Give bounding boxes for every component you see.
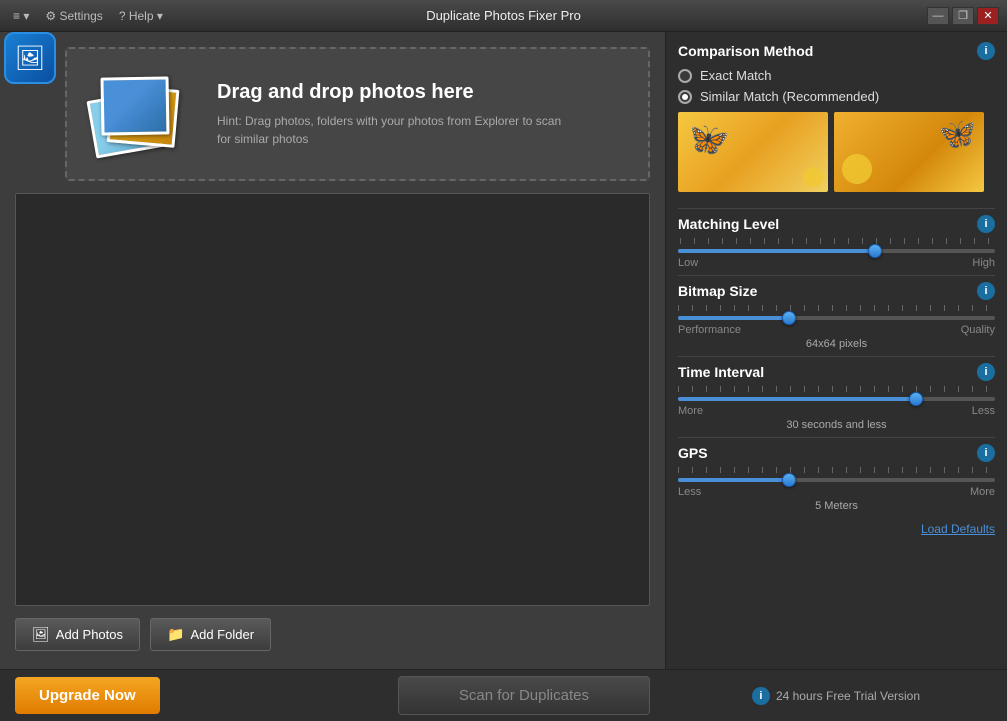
time-interval-title: Time Interval xyxy=(678,364,764,380)
drop-zone-hint: Hint: Drag photos, folders with your pho… xyxy=(217,112,567,148)
bitmap-size-info-icon[interactable]: i xyxy=(977,282,995,300)
radio-exact-match-circle xyxy=(678,69,692,83)
sample-image-2: 🦋 xyxy=(834,112,984,192)
gps-value: 5 Meters xyxy=(678,500,995,512)
drop-zone-text: Drag and drop photos here Hint: Drag pho… xyxy=(217,81,567,148)
comparison-method-section: Comparison Method i Exact Match Similar … xyxy=(678,42,995,202)
bitmap-size-ticks xyxy=(678,304,995,312)
divider-1 xyxy=(678,208,995,209)
bitmap-size-title: Bitmap Size xyxy=(678,283,757,299)
sample-images: 🦋 🦋 xyxy=(678,112,995,192)
minimize-button[interactable]: — xyxy=(927,7,949,25)
matching-level-title: Matching Level xyxy=(678,216,779,232)
time-interval-fill xyxy=(678,397,916,401)
drop-zone-heading: Drag and drop photos here xyxy=(217,81,567,104)
time-interval-info-icon[interactable]: i xyxy=(977,363,995,381)
gps-section: GPS i Less More 5 Meters xyxy=(678,444,995,512)
scan-duplicates-button[interactable]: Scan for Duplicates xyxy=(398,676,650,715)
gps-ticks xyxy=(678,466,995,474)
trial-notice-bar: i 24 hours Free Trial Version xyxy=(665,669,1007,721)
matching-level-track[interactable] xyxy=(678,249,995,253)
radio-exact-match[interactable]: Exact Match xyxy=(678,68,995,83)
radio-similar-match[interactable]: Similar Match (Recommended) xyxy=(678,89,995,104)
comparison-method-info-icon[interactable]: i xyxy=(977,42,995,60)
right-panel: Comparison Method i Exact Match Similar … xyxy=(665,32,1007,721)
matching-level-thumb[interactable] xyxy=(868,244,882,258)
add-buttons-row: 🖼 Add Photos 📁 Add Folder xyxy=(15,618,650,651)
bitmap-size-track[interactable] xyxy=(678,316,995,320)
add-photos-button[interactable]: 🖼 Add Photos xyxy=(15,618,140,651)
radio-similar-match-circle xyxy=(678,90,692,104)
drop-zone-photo-stack xyxy=(87,69,197,159)
close-button[interactable]: ✕ xyxy=(977,7,999,25)
load-defaults-link[interactable]: Load Defaults xyxy=(678,522,995,536)
drop-zone[interactable]: Drag and drop photos here Hint: Drag pho… xyxy=(65,47,650,181)
bitmap-size-value: 64x64 pixels xyxy=(678,338,995,350)
menu-help[interactable]: ? Help ▾ xyxy=(114,7,168,25)
bitmap-size-thumb[interactable] xyxy=(782,311,796,325)
divider-2 xyxy=(678,275,995,276)
time-interval-thumb[interactable] xyxy=(909,392,923,406)
left-panel: Drag and drop photos here Hint: Drag pho… xyxy=(0,32,665,721)
menu-list-icon[interactable]: ≡ ▾ xyxy=(8,7,34,25)
bottom-bar: Upgrade Now Scan for Duplicates xyxy=(0,669,665,721)
divider-4 xyxy=(678,437,995,438)
trial-notice-text: 24 hours Free Trial Version xyxy=(776,689,920,703)
gps-fill xyxy=(678,478,789,482)
main-container: Drag and drop photos here Hint: Drag pho… xyxy=(0,32,1007,721)
bitmap-size-section: Bitmap Size i Performance Quality 64x64 … xyxy=(678,282,995,350)
matching-level-info-icon[interactable]: i xyxy=(977,215,995,233)
menu-settings[interactable]: ⚙ Settings xyxy=(40,7,107,25)
time-interval-track[interactable] xyxy=(678,397,995,401)
matching-level-fill xyxy=(678,249,875,253)
divider-3 xyxy=(678,356,995,357)
add-folder-button[interactable]: 📁 Add Folder xyxy=(150,618,271,651)
title-bar-controls: — ❐ ✕ xyxy=(927,7,999,25)
upgrade-now-button[interactable]: Upgrade Now xyxy=(15,677,160,714)
file-list-area xyxy=(15,193,650,606)
app-icon: 🖼 xyxy=(4,32,56,84)
comparison-method-title: Comparison Method xyxy=(678,43,813,59)
restore-button[interactable]: ❐ xyxy=(952,7,974,25)
sample-image-1: 🦋 xyxy=(678,112,828,192)
trial-info-icon: i xyxy=(752,687,770,705)
gps-title: GPS xyxy=(678,445,708,461)
gps-info-icon[interactable]: i xyxy=(977,444,995,462)
window-title: Duplicate Photos Fixer Pro xyxy=(426,8,581,23)
gps-thumb[interactable] xyxy=(782,473,796,487)
bitmap-size-fill xyxy=(678,316,789,320)
time-interval-ticks xyxy=(678,385,995,393)
time-interval-value: 30 seconds and less xyxy=(678,419,995,431)
gps-track[interactable] xyxy=(678,478,995,482)
title-bar-left: ≡ ▾ ⚙ Settings ? Help ▾ xyxy=(8,7,168,25)
title-bar: ≡ ▾ ⚙ Settings ? Help ▾ Duplicate Photos… xyxy=(0,0,1007,32)
time-interval-section: Time Interval i More Less 30 seconds and… xyxy=(678,363,995,431)
matching-level-section: Matching Level i Low High xyxy=(678,215,995,269)
matching-level-ticks xyxy=(678,237,995,245)
